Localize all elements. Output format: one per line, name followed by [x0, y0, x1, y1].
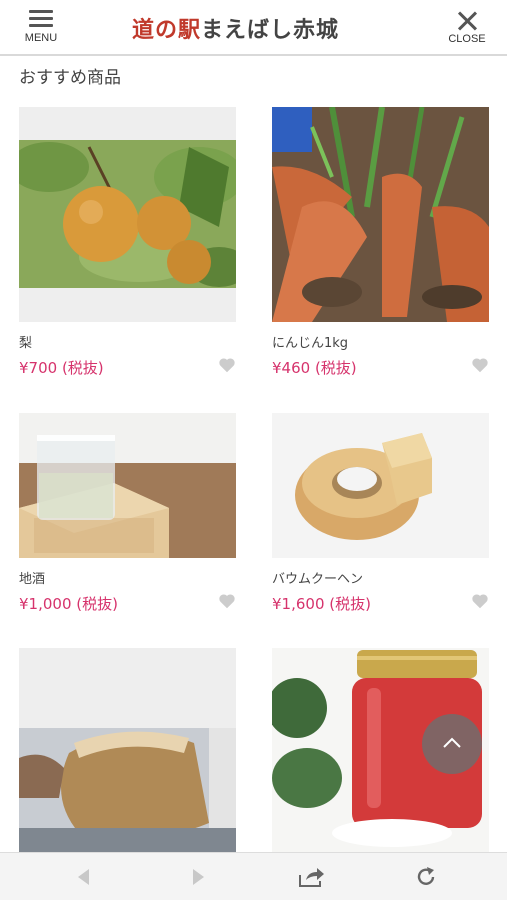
close-icon — [456, 10, 478, 32]
product-image-ham[interactable] — [19, 648, 236, 852]
product-price: ¥1,000 (税抜) — [19, 595, 118, 613]
product-price: ¥460 (税抜) — [272, 359, 357, 377]
product-image-pear[interactable] — [19, 107, 236, 322]
logo-text-part2: まえばし赤城 — [201, 18, 340, 43]
logo-text-part1: 道の駅 — [132, 18, 202, 43]
product-name: バウムクーヘン — [272, 572, 364, 587]
product-name: 梨 — [19, 336, 33, 351]
close-button[interactable]: CLOSE — [445, 10, 489, 50]
share-icon[interactable] — [298, 865, 326, 889]
close-label: CLOSE — [448, 33, 486, 45]
menu-button[interactable]: MENU — [18, 10, 64, 50]
product-card[interactable] — [19, 648, 236, 852]
product-price: ¥700 (税抜) — [19, 359, 104, 377]
product-price: ¥1,600 (税抜) — [272, 595, 371, 613]
product-name: 地酒 — [19, 572, 46, 587]
product-card[interactable]: 地酒 ¥1,000 (税抜) — [19, 413, 236, 614]
menu-label: MENU — [24, 32, 58, 44]
product-card[interactable]: 梨 ¥700 (税抜) — [19, 107, 236, 378]
heart-icon[interactable] — [471, 357, 489, 373]
site-logo[interactable]: 道の駅まえばし赤城 — [132, 12, 377, 44]
browser-toolbar — [0, 852, 507, 900]
heart-icon[interactable] — [471, 593, 489, 609]
hamburger-icon — [29, 10, 53, 28]
product-card[interactable]: にんじん1kg ¥460 (税抜) — [272, 107, 489, 378]
scroll-top-button[interactable] — [422, 714, 482, 774]
section-title: おすすめ商品 — [19, 68, 121, 88]
product-name: にんじん1kg — [272, 336, 349, 351]
site-header: MENU 道の駅まえばし赤城 CLOSE — [0, 0, 507, 56]
reload-icon[interactable] — [414, 865, 438, 889]
back-arrow-icon[interactable] — [72, 865, 96, 889]
product-image-carrot[interactable] — [272, 107, 489, 322]
product-image-sake[interactable] — [19, 413, 236, 558]
forward-arrow-icon[interactable] — [186, 865, 210, 889]
heart-icon[interactable] — [218, 357, 236, 373]
product-image-baumkuchen[interactable] — [272, 413, 489, 558]
heart-icon[interactable] — [218, 593, 236, 609]
chevron-up-icon — [443, 737, 461, 748]
product-card[interactable]: バウムクーヘン ¥1,600 (税抜) — [272, 413, 489, 614]
